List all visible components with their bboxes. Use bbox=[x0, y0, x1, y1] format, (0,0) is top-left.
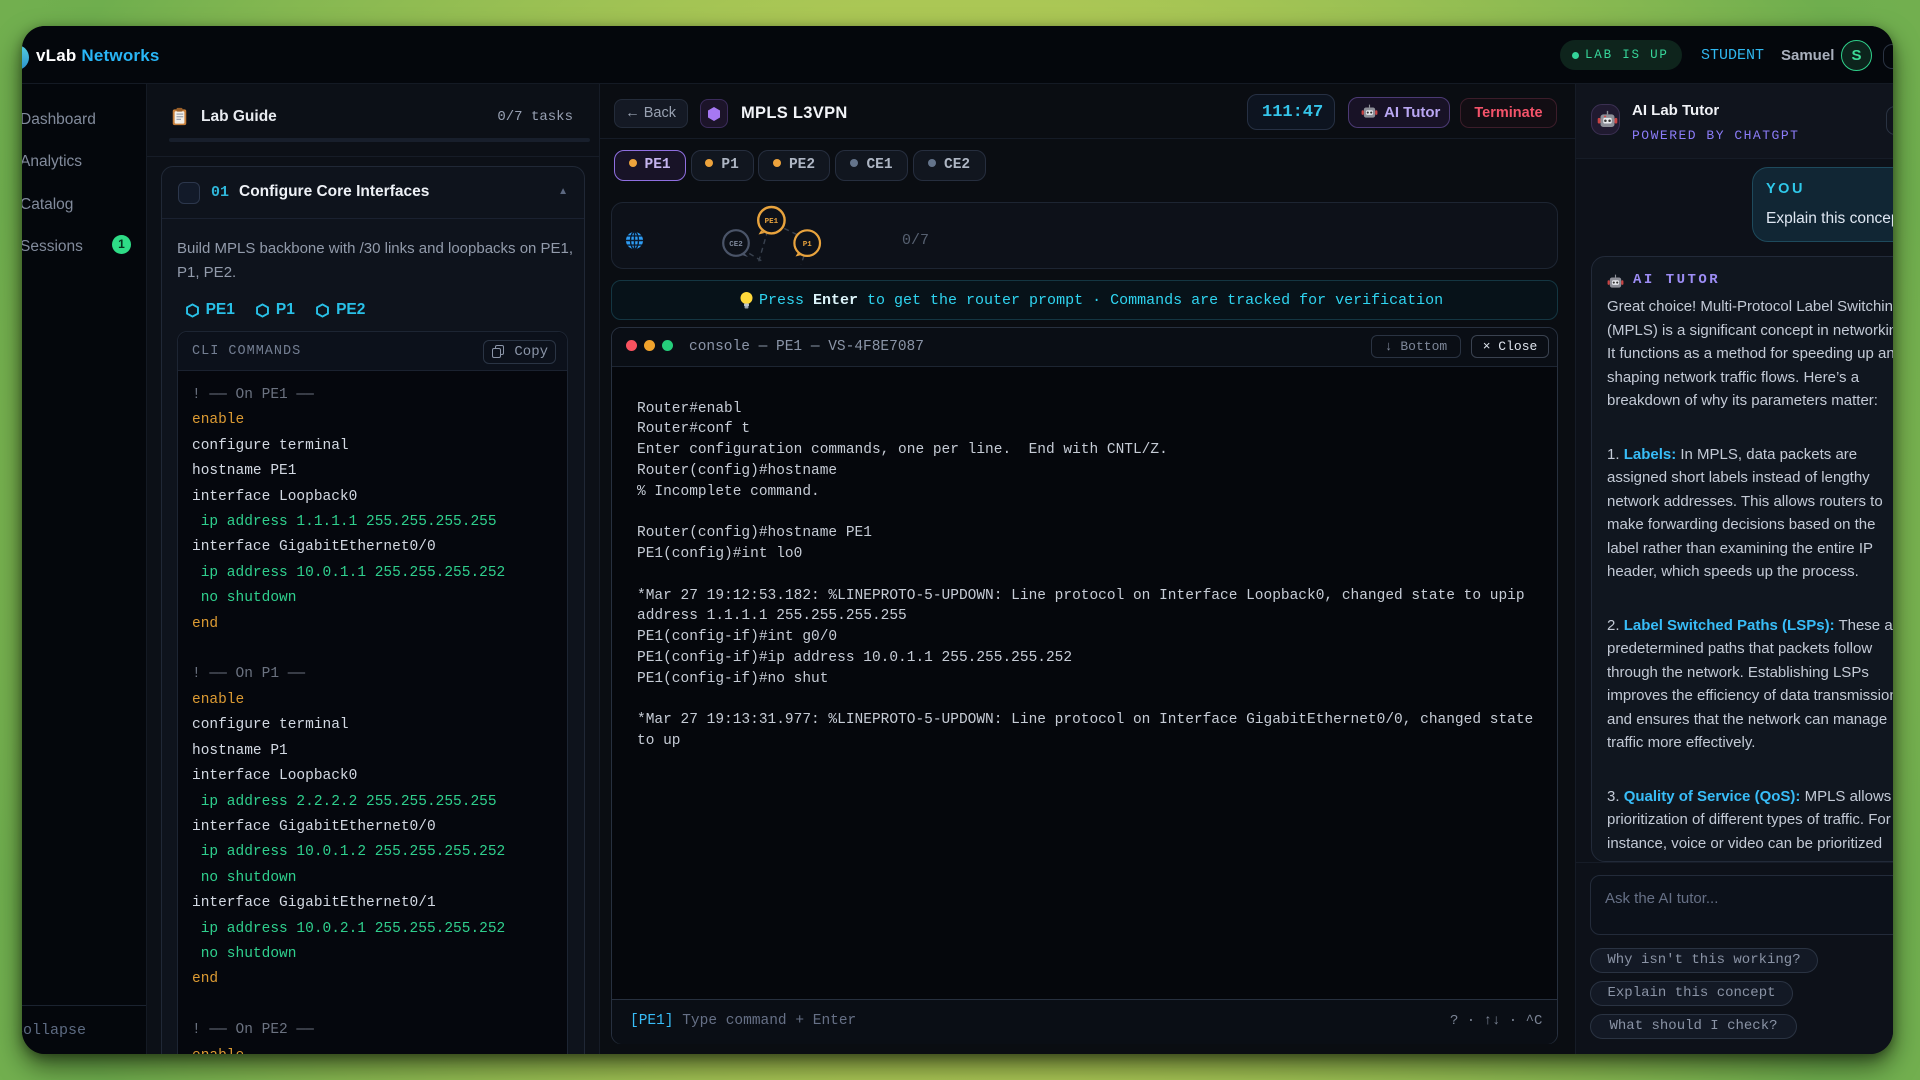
svg-text:PE1: PE1 bbox=[765, 218, 779, 226]
svg-text:P1: P1 bbox=[803, 241, 813, 249]
svg-text:CE2: CE2 bbox=[729, 241, 743, 249]
